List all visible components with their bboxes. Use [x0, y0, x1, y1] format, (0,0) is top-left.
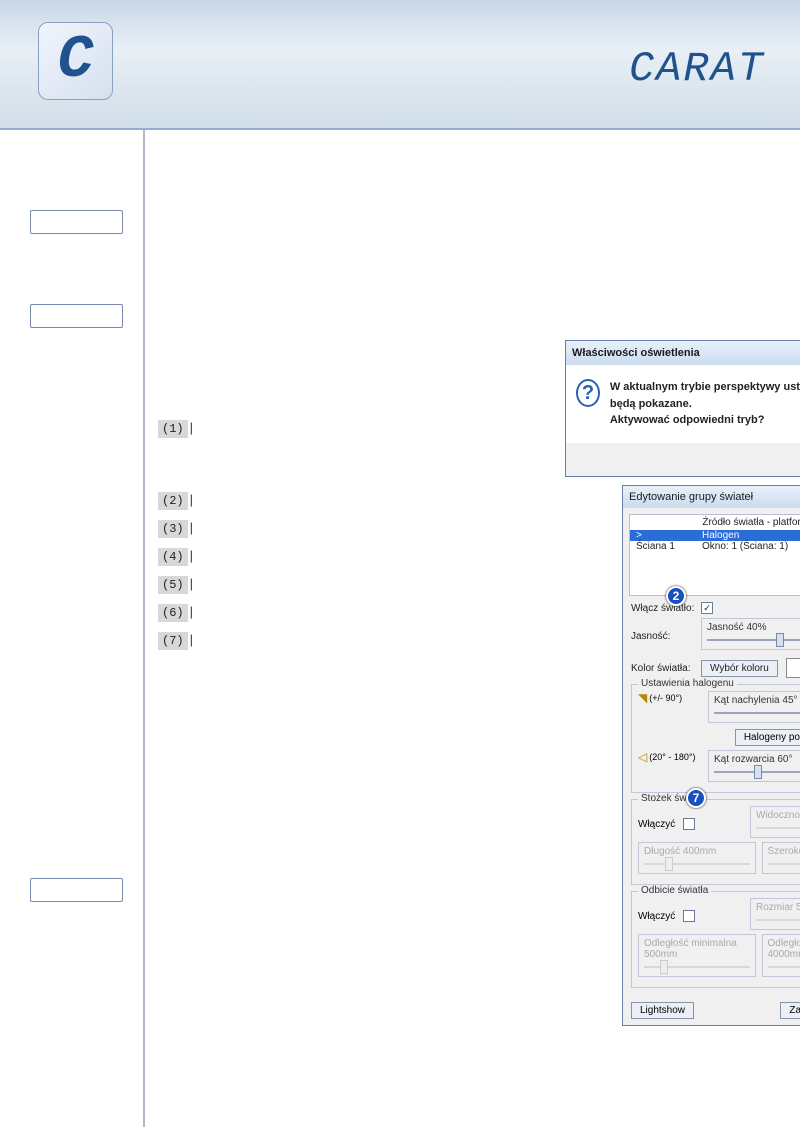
callout-7: 7: [686, 788, 706, 808]
light-reflection-group: Odbicie światła Włączyć Rozmiar 50%: [631, 891, 800, 988]
max-distance-slider: Odległość maksymalna 4000mm: [762, 934, 800, 977]
num-ref-5: (5): [158, 576, 188, 594]
choose-color-button[interactable]: Wybór koloru: [701, 660, 778, 677]
min-distance-slider: Odległość minimalna 500mm: [638, 934, 756, 977]
enable-light-checkbox[interactable]: ✓: [701, 602, 713, 614]
opening-angle-slider[interactable]: Kąt rozwarcia 60°: [708, 750, 800, 782]
dialog-title-bar: Właściwości oświetlenia ✕: [566, 341, 800, 365]
length-slider: Długość 400mm: [638, 842, 756, 874]
callout-2: 2: [666, 586, 686, 606]
edit-light-group-dialog: Edytowanie grupy świateł ✕ Źródło światł…: [622, 485, 800, 1026]
dialog-message: W aktualnym trybie perspektywy ustawieni…: [610, 379, 800, 429]
num-ref-2: (2): [158, 492, 188, 510]
halogen-settings-group: Ustawienia halogenu ◥ (+/- 90°) Kąt nach…: [631, 684, 800, 793]
num-ref-1: (1): [158, 420, 188, 438]
opening-icon: ◁: [638, 750, 647, 764]
list-item[interactable]: Ściana 1 Okno: 1 (Ściana: 1): [630, 541, 800, 552]
list-item-selected[interactable]: > Halogen: [630, 530, 800, 541]
lighting-properties-dialog: Właściwości oświetlenia ✕ ? W aktualnym …: [565, 340, 800, 477]
brightness-label: Jasność:: [631, 631, 701, 642]
num-ref-4: (4): [158, 548, 188, 566]
tilt-range-label: (+/- 90°): [649, 693, 682, 703]
cone-enable-label: Włączyć: [638, 819, 675, 830]
header-bar: C CARAT: [0, 0, 800, 130]
sidebar: [0, 130, 145, 1127]
width-slider: Szerokość 40%: [762, 842, 800, 874]
reflection-enable-label: Włączyć: [638, 911, 675, 922]
brightness-slider[interactable]: Jasność 40%: [701, 618, 800, 650]
num-ref-6: (6): [158, 604, 188, 622]
content: (1)| (2)| (3)| (4)| (5)| (6)| (7)|: [145, 130, 800, 1127]
tilt-angle-slider[interactable]: Kąt nachylenia 45°: [708, 691, 800, 723]
color-label: Kolor światła:: [631, 663, 701, 674]
list-header: Źródło światła - platforma: [630, 515, 800, 530]
page-body: (1)| (2)| (3)| (4)| (5)| (6)| (7)|: [0, 130, 800, 1127]
sidebar-field-3[interactable]: [30, 878, 123, 902]
recalc-halogens-button[interactable]: Halogeny ponownie obliczyć: [735, 729, 800, 746]
reflection-enable-checkbox[interactable]: [683, 910, 695, 922]
light-source-list[interactable]: Źródło światła - platforma > Halogen Ści…: [629, 514, 800, 596]
tilt-icon: ◥: [638, 691, 647, 705]
question-icon: ?: [576, 379, 600, 407]
light-cone-group: Stożek świat 7 Włączyć Widoczność 38%: [631, 799, 800, 885]
cone-enable-checkbox[interactable]: [683, 818, 695, 830]
enable-light-label: Włącz światło:: [631, 603, 701, 614]
sidebar-field-1[interactable]: [30, 210, 123, 234]
dialog-title: Właściwości oświetlenia: [572, 347, 700, 359]
opening-range-label: (20° - 180°): [649, 752, 695, 762]
lightshow-button[interactable]: Lightshow: [631, 1002, 694, 1019]
size-slider: Rozmiar 50%: [750, 898, 800, 930]
dialog-title-bar: Edytowanie grupy świateł ✕: [623, 486, 800, 508]
num-ref-7: (7): [158, 632, 188, 650]
sidebar-field-2[interactable]: [30, 304, 123, 328]
num-ref-3: (3): [158, 520, 188, 538]
logo: C: [38, 22, 113, 100]
color-swatch[interactable]: [786, 658, 800, 678]
dialog-title: Edytowanie grupy świateł: [629, 491, 753, 503]
brand-label: CARAT: [629, 45, 765, 93]
visibility-slider: Widoczność 38%: [750, 806, 800, 838]
apply-button[interactable]: Zastosuj: [780, 1002, 800, 1019]
